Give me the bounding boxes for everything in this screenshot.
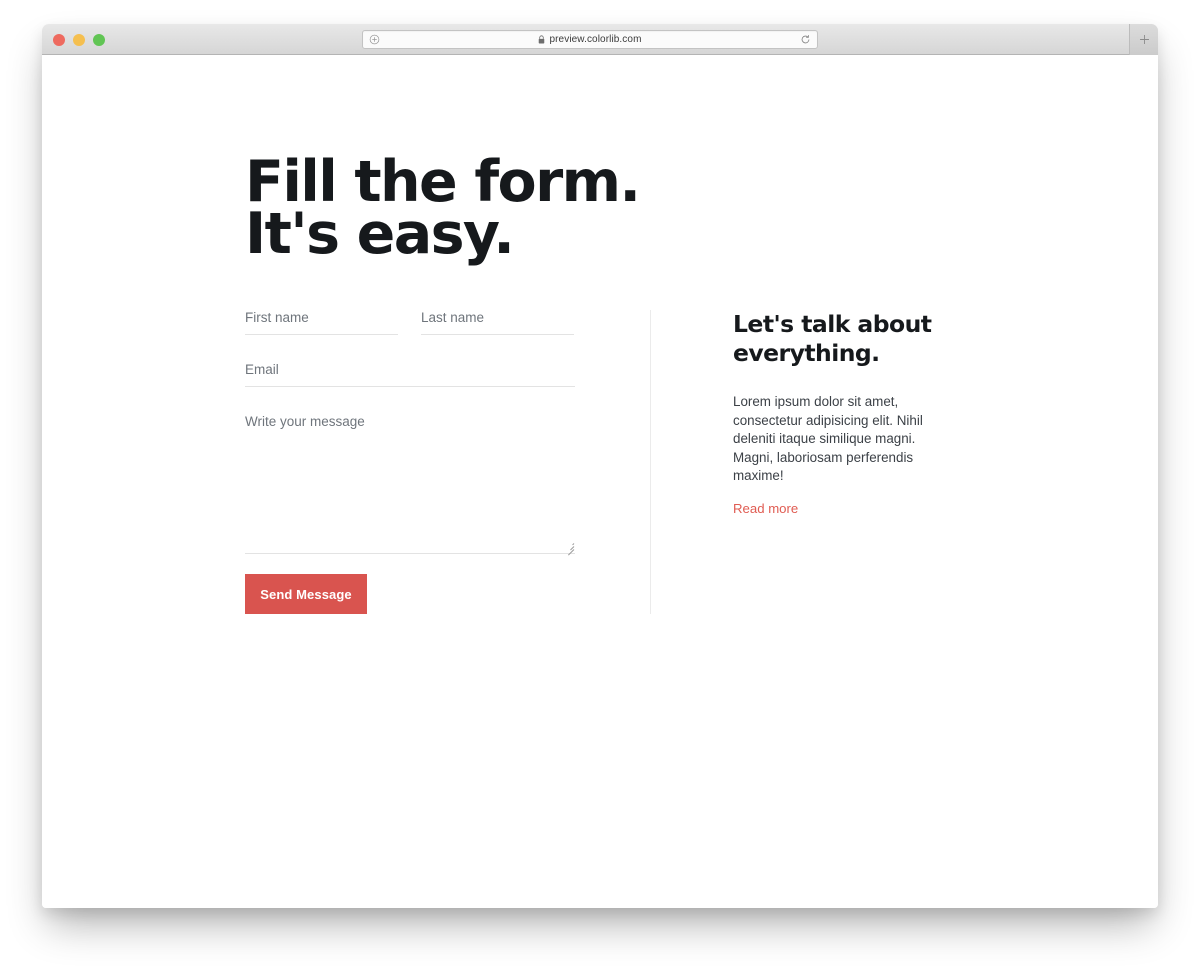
contact-form: Send Message: [245, 310, 650, 614]
email-input[interactable]: [245, 362, 575, 387]
window-controls: [53, 34, 105, 46]
last-name-input[interactable]: [421, 310, 574, 335]
name-fields-row: [245, 310, 650, 335]
reload-icon[interactable]: [800, 34, 811, 45]
plus-icon: [1139, 35, 1149, 44]
browser-window: preview.colorlib.com Fill the form. It's…: [42, 24, 1158, 908]
last-name-field: [421, 310, 574, 335]
page-title: Fill the form. It's easy.: [245, 154, 805, 267]
email-field: [245, 362, 575, 387]
content-area: Send Message Let's talk about everything…: [245, 310, 1025, 614]
zoom-window-button[interactable]: [93, 34, 105, 46]
close-window-button[interactable]: [53, 34, 65, 46]
address-bar-content: preview.colorlib.com: [380, 34, 800, 45]
message-textarea[interactable]: [245, 414, 575, 554]
minimize-window-button[interactable]: [73, 34, 85, 46]
info-title-line-2: everything.: [733, 339, 880, 367]
first-name-field: [245, 310, 398, 335]
send-message-button[interactable]: Send Message: [245, 574, 367, 614]
first-name-input[interactable]: [245, 310, 398, 335]
message-field: [245, 414, 575, 556]
address-bar[interactable]: preview.colorlib.com: [362, 30, 818, 49]
lock-icon: [539, 35, 545, 44]
info-section: Let's talk about everything. Lorem ipsum…: [733, 310, 963, 614]
field-spacer: [245, 335, 650, 362]
page-viewport: Fill the form. It's easy. First name Las…: [42, 55, 1158, 908]
page-title-line-2: It's easy.: [245, 201, 515, 267]
info-title: Let's talk about everything.: [733, 310, 963, 368]
hero-section: Fill the form. It's easy.: [245, 154, 805, 267]
new-tab-button[interactable]: [1129, 24, 1158, 55]
url-text: preview.colorlib.com: [549, 34, 642, 45]
info-title-line-1: Let's talk about: [733, 310, 932, 338]
info-paragraph: Lorem ipsum dolor sit amet, consectetur …: [733, 394, 923, 484]
add-circle-icon[interactable]: [369, 34, 380, 45]
browser-titlebar: preview.colorlib.com: [42, 24, 1158, 55]
read-more-link[interactable]: Read more: [733, 501, 798, 516]
column-divider: [650, 310, 651, 614]
